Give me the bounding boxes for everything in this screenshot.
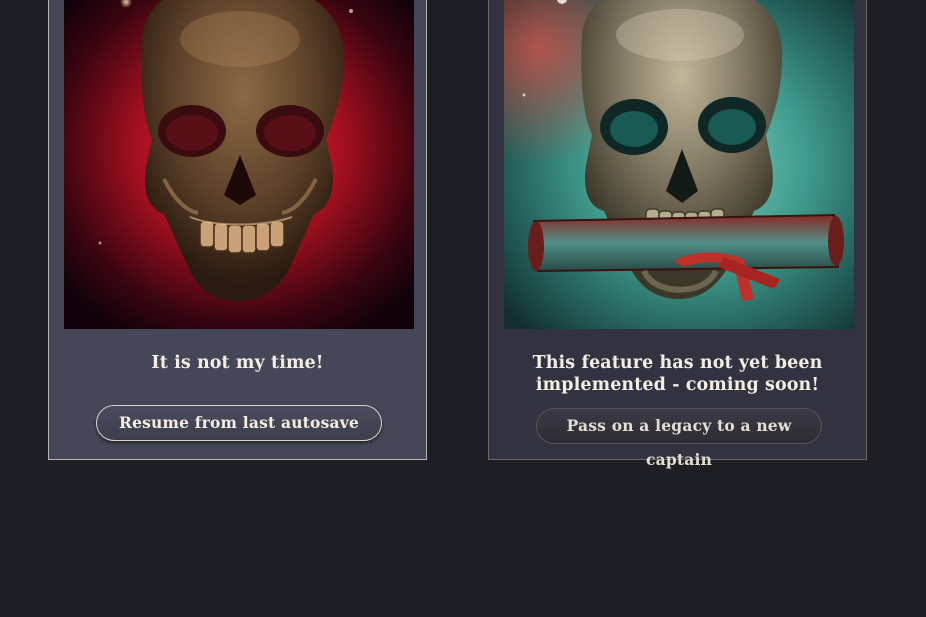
legacy-option-card: This feature has not yet been implemente… [488, 0, 867, 469]
pass-legacy-button[interactable]: Pass on a legacy to a new captain [536, 408, 822, 469]
card-message-line-1: This feature has not yet been [532, 353, 823, 373]
card-message: This feature has not yet been implemente… [489, 352, 866, 396]
skull-red-portrait-icon [64, 0, 414, 329]
skull-scroll-teal-portrait-icon [504, 0, 854, 329]
game-over-screen: It is not my time! Resume from last auto… [0, 0, 926, 617]
card-message-line-2: implemented - coming soon! [535, 375, 820, 395]
resume-option-card: It is not my time! Resume from last auto… [48, 0, 427, 460]
card-message: It is not my time! [151, 353, 324, 373]
resume-autosave-button[interactable]: Resume from last autosave [96, 405, 382, 441]
